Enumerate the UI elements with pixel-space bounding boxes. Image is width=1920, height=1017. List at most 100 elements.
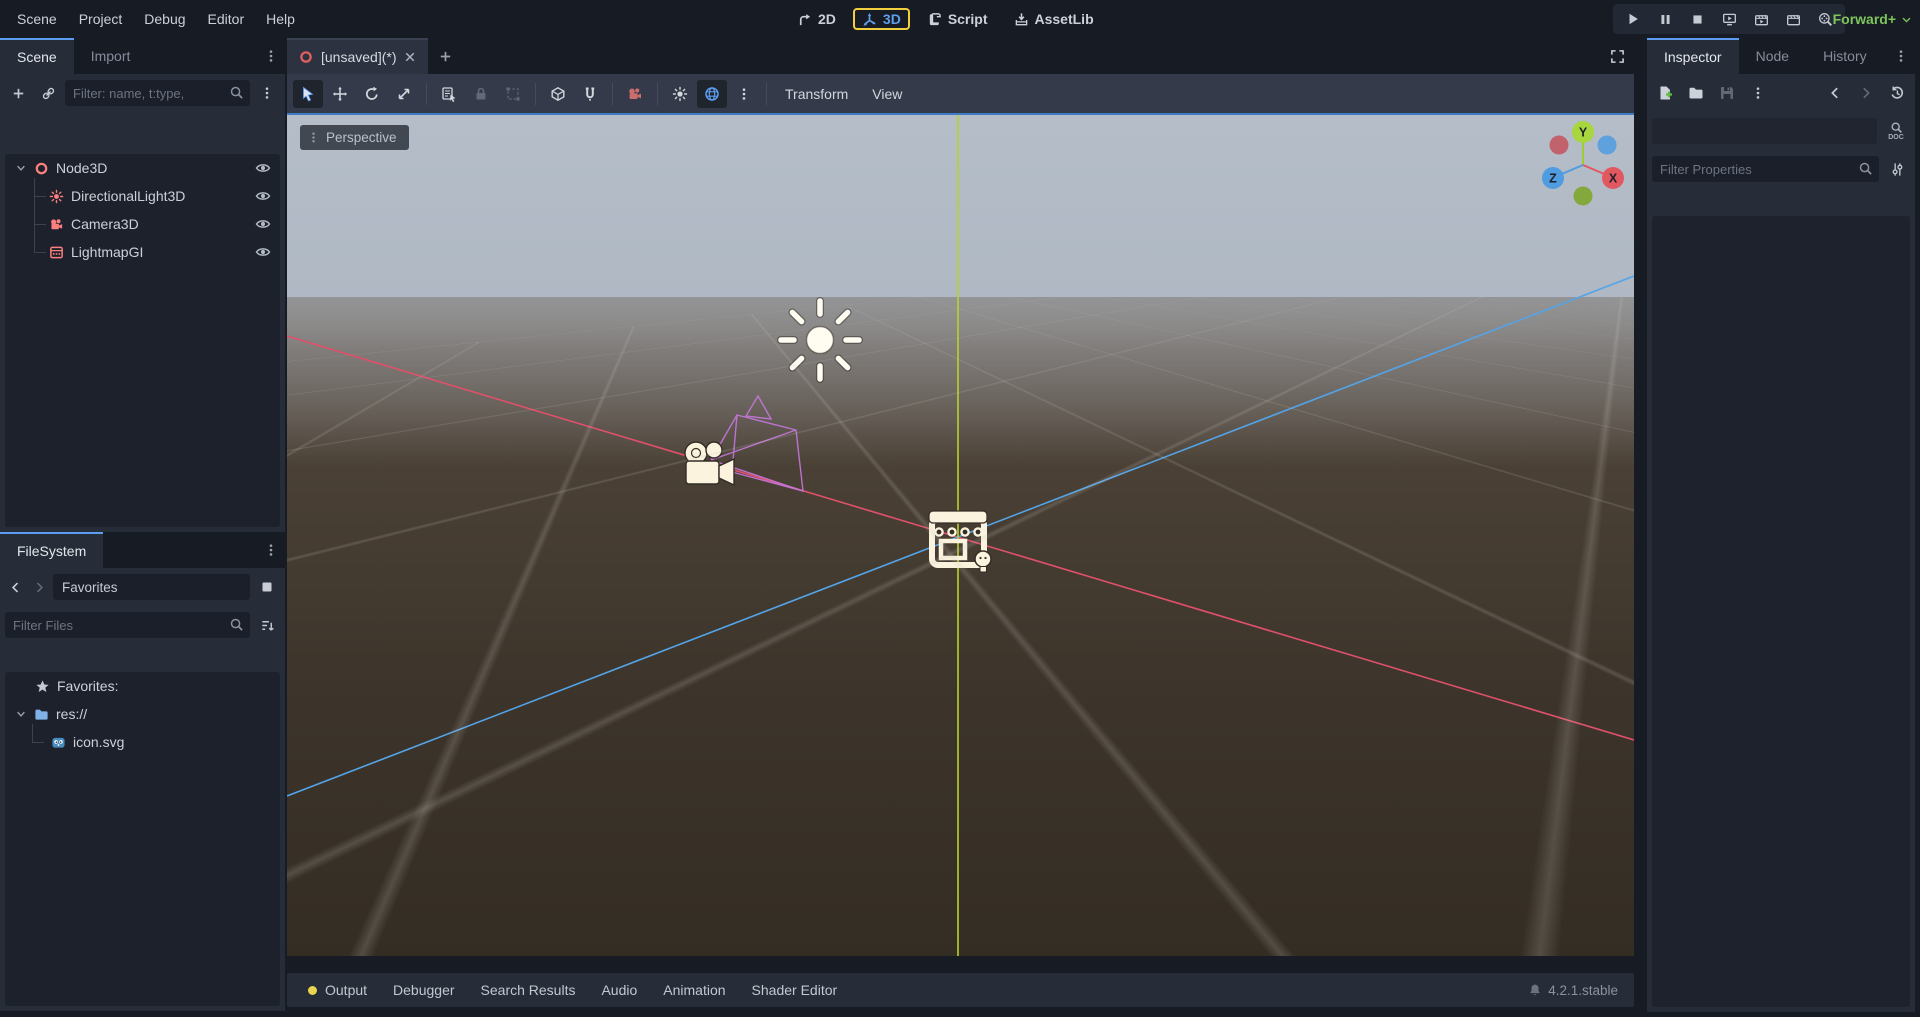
play-remote-button[interactable]: [1714, 6, 1744, 32]
list-select-button[interactable]: [434, 80, 464, 108]
chevron-left-icon: [1828, 86, 1842, 100]
history-back-button[interactable]: [5, 574, 25, 600]
menu-editor[interactable]: Editor: [197, 0, 256, 38]
visibility-eye-icon[interactable]: [255, 216, 271, 232]
tree-row-directionallight3d[interactable]: DirectionalLight3D: [5, 182, 280, 210]
preview-sun-button[interactable]: [665, 80, 695, 108]
inspector-menu-button[interactable]: [1887, 38, 1915, 74]
visibility-eye-icon[interactable]: [255, 188, 271, 204]
bottom-tab-search-results[interactable]: Search Results: [468, 973, 589, 1007]
play-custom-scene-button[interactable]: [1778, 6, 1808, 32]
property-tools-button[interactable]: [1884, 156, 1910, 182]
preview-menu-button[interactable]: [729, 80, 759, 108]
camera-preview-button[interactable]: [620, 80, 650, 108]
camera3d-gizmo[interactable]: [685, 442, 734, 485]
scene-filter-input[interactable]: [65, 80, 250, 106]
tree-row-favorites[interactable]: Favorites:: [5, 672, 280, 700]
play-button[interactable]: [1618, 6, 1648, 32]
tab-filesystem[interactable]: FileSystem: [0, 532, 103, 568]
new-scene-tab-button[interactable]: [428, 38, 462, 74]
tab-node[interactable]: Node: [1739, 38, 1806, 74]
scale-tool-button[interactable]: [389, 80, 419, 108]
group-button[interactable]: [498, 80, 528, 108]
scene-tab-unsaved[interactable]: [unsaved](*): [287, 38, 428, 74]
renderer-selector[interactable]: Forward+: [1833, 0, 1912, 38]
toggle-split-mode-button[interactable]: [254, 574, 280, 600]
tree-row-lightmapgi[interactable]: LightmapGI: [5, 238, 280, 266]
preview-environment-button[interactable]: [697, 80, 727, 108]
load-resource-button[interactable]: [1683, 80, 1709, 106]
tree-row-res[interactable]: res://: [5, 700, 280, 728]
resource-menu-button[interactable]: [1745, 80, 1771, 106]
axis-neg-x-ball[interactable]: [1550, 136, 1569, 155]
3d-viewport[interactable]: Y X Z Perspective: [287, 113, 1634, 956]
perspective-menu-button[interactable]: Perspective: [300, 125, 409, 150]
ruler-mode-button[interactable]: [543, 80, 573, 108]
axis-neg-y-ball[interactable]: [1574, 187, 1593, 206]
tab-history[interactable]: History: [1806, 38, 1884, 74]
chevron-down-icon[interactable]: [15, 708, 27, 720]
bottom-tab-shader-editor[interactable]: Shader Editor: [739, 973, 851, 1007]
play-scene-button[interactable]: [1746, 6, 1776, 32]
move-tool-button[interactable]: [325, 80, 355, 108]
menu-project[interactable]: Project: [68, 0, 134, 38]
lightmapgi-gizmo[interactable]: [929, 511, 991, 572]
tab-import[interactable]: Import: [74, 38, 148, 74]
menu-scene[interactable]: Scene: [6, 0, 68, 38]
save-resource-button[interactable]: [1714, 80, 1740, 106]
view-axis-gizmo[interactable]: Y X Z: [1542, 121, 1624, 206]
edit-history-button[interactable]: [1884, 80, 1910, 106]
workspace-2d-button[interactable]: 2D: [788, 8, 845, 30]
filesystem-menu-button[interactable]: [257, 532, 285, 568]
stop-button[interactable]: [1682, 6, 1712, 32]
workspace-script-button[interactable]: Script: [918, 8, 997, 30]
add-node-button[interactable]: [5, 80, 31, 106]
open-docs-button[interactable]: DOC: [1882, 121, 1910, 141]
history-forward-button[interactable]: [29, 574, 49, 600]
rotate-tool-button[interactable]: [357, 80, 387, 108]
inspector-dock-tabs: Inspector Node History: [1647, 38, 1915, 74]
new-resource-button[interactable]: [1652, 80, 1678, 106]
pause-button[interactable]: [1650, 6, 1680, 32]
menu-debug[interactable]: Debug: [133, 0, 196, 38]
property-filter-input[interactable]: [1652, 156, 1879, 182]
tab-scene[interactable]: Scene: [0, 38, 74, 74]
menu-help[interactable]: Help: [255, 0, 306, 38]
tree-row-node3d[interactable]: Node3D: [5, 154, 280, 182]
file-filter-input[interactable]: [5, 612, 250, 638]
tree-row-iconsvg[interactable]: icon.svg: [5, 728, 280, 756]
directional-light-gizmo[interactable]: [781, 301, 859, 379]
visibility-eye-icon[interactable]: [255, 160, 271, 176]
close-icon[interactable]: [404, 51, 416, 63]
scene-tree-menu-button[interactable]: [254, 80, 280, 106]
filesystem-tree[interactable]: Favorites: res:// icon.svg: [5, 672, 280, 1006]
snap-button[interactable]: [575, 80, 605, 108]
instance-scene-button[interactable]: [35, 80, 61, 106]
object-name-field[interactable]: [1652, 118, 1877, 144]
tab-inspector[interactable]: Inspector: [1647, 38, 1739, 74]
select-tool-button[interactable]: [293, 80, 323, 108]
chevron-down-icon[interactable]: [15, 162, 27, 174]
bottom-tab-debugger[interactable]: Debugger: [380, 973, 468, 1007]
tree-row-camera3d[interactable]: Camera3D: [5, 210, 280, 238]
history-back-button[interactable]: [1822, 80, 1848, 106]
scene-dock-menu-button[interactable]: [257, 38, 285, 74]
path-breadcrumb[interactable]: Favorites: [53, 574, 250, 600]
history-forward-button[interactable]: [1853, 80, 1879, 106]
lock-button[interactable]: [466, 80, 496, 108]
workspace-3d-button[interactable]: 3D: [853, 8, 910, 30]
transform-menu[interactable]: Transform: [774, 86, 859, 102]
version-info[interactable]: 4.2.1.stable: [1528, 983, 1626, 998]
scene-tree[interactable]: Node3D DirectionalLight3D Camera3D Light…: [5, 154, 280, 527]
bottom-tab-animation[interactable]: Animation: [650, 973, 738, 1007]
file-sort-button[interactable]: [254, 612, 280, 638]
bottom-tab-audio[interactable]: Audio: [588, 973, 650, 1007]
visibility-eye-icon[interactable]: [255, 244, 271, 260]
distraction-free-button[interactable]: [1600, 38, 1634, 74]
view-menu[interactable]: View: [861, 86, 913, 102]
bottom-tab-output[interactable]: Output: [295, 973, 380, 1007]
inspector-properties-panel[interactable]: [1652, 216, 1910, 1007]
workspace-assetlib-button[interactable]: AssetLib: [1005, 8, 1103, 30]
axis-neg-z-ball[interactable]: [1598, 136, 1617, 155]
x-axis-line: [287, 336, 1634, 740]
